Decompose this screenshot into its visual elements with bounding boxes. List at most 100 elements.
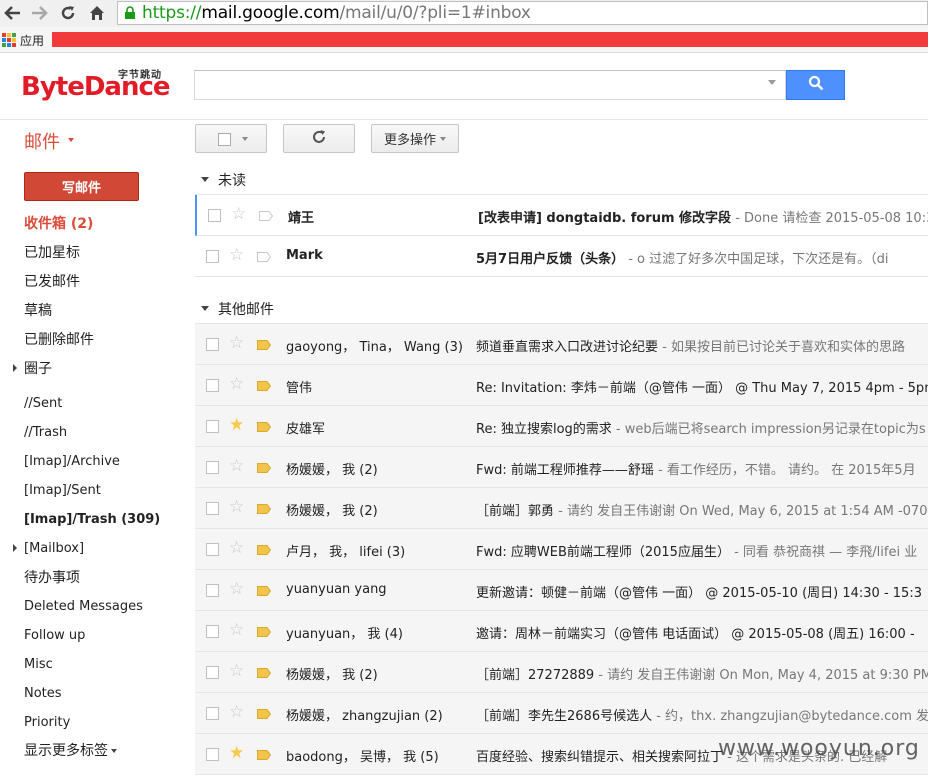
search-input[interactable] [194, 70, 786, 100]
url-scheme: https:// [142, 3, 202, 23]
collapse-section-icon[interactable] [201, 306, 209, 311]
email-checkbox[interactable] [206, 625, 219, 638]
star-icon[interactable]: ☆ [229, 376, 244, 393]
email-checkbox[interactable] [206, 666, 219, 679]
email-row[interactable]: ☆ 杨媛媛， 我 (2) ［前端］27272889 - 请约 发自王伟谢谢 On M… [195, 652, 928, 693]
importance-marker-icon[interactable] [257, 585, 272, 596]
importance-marker-icon[interactable] [257, 462, 272, 473]
sidebar-item-sent[interactable]: 已发邮件 [24, 272, 80, 292]
email-checkbox[interactable] [206, 543, 219, 556]
star-icon[interactable]: ☆ [229, 499, 244, 516]
sidebar-item-deleted-messages[interactable]: Deleted Messages [24, 597, 143, 617]
reload-icon[interactable] [57, 2, 79, 24]
apps-grid-icon[interactable] [2, 33, 16, 47]
star-icon[interactable]: ☆ [229, 458, 244, 475]
star-icon[interactable]: ☆ [229, 581, 244, 598]
importance-marker-icon[interactable] [257, 339, 272, 350]
apps-bookmark[interactable]: 应用 [20, 32, 44, 49]
importance-marker-icon[interactable] [257, 380, 272, 391]
sidebar-item-imap-sent[interactable]: [Imap]/Sent [24, 481, 101, 501]
search-button[interactable] [786, 70, 845, 100]
importance-marker-icon[interactable] [257, 251, 272, 262]
back-icon[interactable] [2, 2, 24, 24]
star-icon[interactable]: ☆ [229, 540, 244, 557]
expand-circles-icon[interactable] [13, 364, 17, 372]
email-checkbox[interactable] [208, 209, 221, 222]
star-icon[interactable]: ☆ [231, 206, 246, 223]
importance-marker-icon[interactable] [257, 708, 272, 719]
sidebar-item-follow-up[interactable]: Follow up [24, 626, 85, 646]
sidebar-item-starred[interactable]: 已加星标 [24, 243, 80, 263]
forward-icon[interactable] [28, 2, 50, 24]
email-content: 邀请：周林－前端实习（@管伟 电话面试） @ 2015-05-08 (周五) 1… [476, 623, 915, 642]
sidebar-item-trash[interactable]: 已删除邮件 [24, 330, 94, 350]
email-row[interactable]: ☆ 管伟 Re: Invitation: 李炜－前端（@管伟 一面） @ Thu M… [195, 365, 928, 406]
sidebar-item-slash-sent[interactable]: //Sent [24, 394, 62, 414]
search-options-caret-icon[interactable] [768, 80, 776, 85]
compose-button[interactable]: 写邮件 [24, 172, 139, 201]
sidebar-item-priority[interactable]: Priority [24, 713, 70, 733]
email-row[interactable]: ☆ Mark 5月7日用户反馈（头条） - o 过滤了好多次中国足球，下次还是有。（… [195, 236, 928, 277]
sidebar-item-imap-archive[interactable]: [Imap]/Archive [24, 452, 120, 472]
email-row[interactable]: ☆ 靖王 [改表申请] dongtaidb. forum 修改字段 - Done 请… [195, 195, 928, 236]
expand-mailbox-icon[interactable] [13, 544, 17, 552]
star-icon[interactable]: ☆ [229, 247, 244, 264]
email-row[interactable]: ☆ yuanyuan， 我 (4) 邀请：周林－前端实习（@管伟 电话面试） @ 2… [195, 611, 928, 652]
star-icon[interactable]: ☆ [229, 663, 244, 680]
refresh-button[interactable] [283, 124, 355, 153]
star-icon[interactable]: ☆ [229, 704, 244, 721]
email-row[interactable]: ☆ 杨媛媛， zhangzujian (2) ［前端］李先生2686号候选人 - 约… [195, 693, 928, 734]
email-checkbox[interactable] [206, 379, 219, 392]
star-filled-icon[interactable]: ★ [229, 745, 244, 762]
mail-menu[interactable]: 邮件 [24, 128, 60, 154]
email-row[interactable]: ☆ 杨媛媛， 我 (2) ［前端］郭勇 - 请约 发自王伟谢谢 On Wed, Ma… [195, 488, 928, 529]
bytedance-logo[interactable]: 字节跳动 ByteDance [21, 66, 171, 106]
importance-marker-icon[interactable] [259, 210, 274, 221]
star-icon[interactable]: ☆ [229, 335, 244, 352]
sidebar-item-misc[interactable]: Misc [24, 655, 53, 675]
home-icon[interactable] [86, 2, 108, 24]
email-checkbox[interactable] [206, 250, 219, 263]
sidebar-item-circles[interactable]: 圈子 [24, 359, 52, 379]
address-bar[interactable]: https://mail.google.com/mail/u/0/?pli=1#… [117, 1, 928, 25]
select-all-button[interactable] [195, 124, 267, 153]
email-checkbox[interactable] [206, 420, 219, 433]
email-snippet: - Done 请检查 2015-05-08 10:3 [731, 211, 928, 226]
importance-marker-icon[interactable] [257, 667, 272, 678]
unread-section-header[interactable]: 未读 [195, 164, 928, 194]
email-checkbox[interactable] [206, 748, 219, 761]
email-row[interactable]: ☆ 卢月， 我， lifei (3) Fwd: 应聘WEB前端工程师（2015应届生… [195, 529, 928, 570]
sidebar-item-inbox[interactable]: 收件箱 (2) [24, 214, 93, 234]
email-content: Fwd: 应聘WEB前端工程师（2015应届生） - 同看 恭祝商祺 — 李飛/… [476, 541, 917, 560]
importance-marker-icon[interactable] [257, 544, 272, 555]
email-checkbox[interactable] [206, 707, 219, 720]
importance-marker-icon[interactable] [257, 421, 272, 432]
more-actions-button[interactable]: 更多操作 [371, 124, 459, 153]
mail-menu-caret-icon[interactable] [68, 138, 74, 142]
email-row[interactable]: ☆ gaoyong， Tina， Wang (3) 频道垂直需求入口改进讨论纪要 -… [195, 324, 928, 365]
sidebar-item-mailbox[interactable]: [Mailbox] [24, 539, 84, 559]
email-row[interactable]: ★ 皮雄军 Re: 独立搜索log的需求 - web后端已将search impre… [195, 406, 928, 447]
select-all-checkbox[interactable] [218, 133, 231, 146]
star-icon[interactable]: ☆ [229, 622, 244, 639]
chevron-down-icon [111, 749, 117, 753]
importance-marker-icon[interactable] [257, 626, 272, 637]
email-row[interactable]: ☆ 杨媛媛， 我 (2) Fwd: 前端工程师推荐——舒瑶 - 看工作经历，不错。 … [195, 447, 928, 488]
importance-marker-icon[interactable] [257, 749, 272, 760]
importance-marker-icon[interactable] [257, 503, 272, 514]
sidebar-item-slash-trash[interactable]: //Trash [24, 423, 67, 443]
collapse-section-icon[interactable] [201, 177, 209, 182]
email-sender: yuanyuan， 我 (4) [286, 627, 403, 642]
sidebar-show-more-labels[interactable]: 显示更多标签 [24, 741, 117, 761]
email-checkbox[interactable] [206, 584, 219, 597]
sidebar-item-drafts[interactable]: 草稿 [24, 301, 52, 321]
other-section-header[interactable]: 其他邮件 [195, 293, 928, 323]
sidebar-item-imap-trash[interactable]: [Imap]/Trash (309) [24, 510, 160, 530]
sidebar-item-notes[interactable]: Notes [24, 684, 62, 704]
email-checkbox[interactable] [206, 461, 219, 474]
email-checkbox[interactable] [206, 502, 219, 515]
email-checkbox[interactable] [206, 338, 219, 351]
sidebar-item-todo[interactable]: 待办事项 [24, 568, 80, 588]
email-row[interactable]: ☆ yuanyuan yang 更新邀请：顿健－前端（@管伟 一面） @ 2015-… [195, 570, 928, 611]
star-filled-icon[interactable]: ★ [229, 417, 244, 434]
